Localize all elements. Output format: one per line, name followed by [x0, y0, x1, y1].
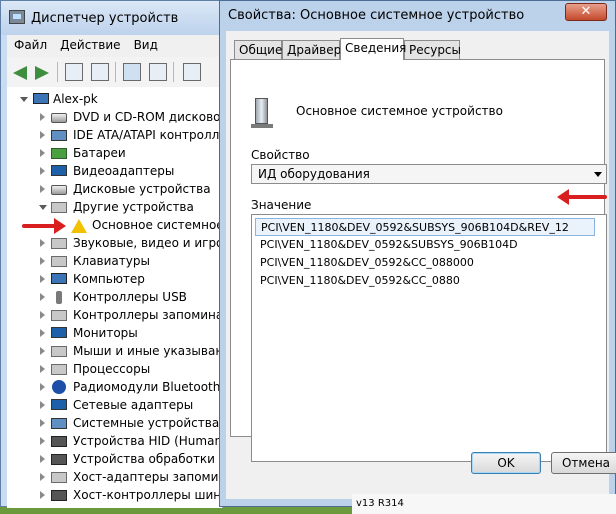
menu-action[interactable]: Действие — [53, 35, 126, 52]
list-item[interactable]: PCI\VEN_1180&DEV_0592&SUBSYS_906B104D — [255, 236, 595, 254]
expand-triangle-icon[interactable] — [40, 275, 45, 283]
usb-icon — [56, 291, 62, 304]
network-icon — [51, 399, 67, 410]
chip-icon — [51, 130, 67, 141]
expand-triangle-icon[interactable] — [40, 365, 45, 373]
property-select-value: ИД оборудования — [258, 167, 370, 181]
property-select[interactable]: ИД оборудования — [251, 164, 607, 184]
collapse-triangle-icon[interactable] — [39, 205, 47, 210]
background-version-strip: v13 R314 — [352, 494, 616, 514]
details-panel: Основное системное устройство Свойство И… — [230, 59, 607, 462]
list-item[interactable]: PCI\VEN_1180&DEV_0592&SUBSYS_906B104D&RE… — [255, 218, 595, 236]
hid-icon — [51, 436, 67, 447]
toolbar-separator — [57, 62, 58, 82]
firewire-icon — [51, 490, 67, 501]
computer-icon — [51, 273, 67, 284]
collapse-triangle-icon[interactable] — [20, 97, 28, 102]
tab-driver[interactable]: Драйвер — [282, 40, 341, 59]
expand-triangle-icon[interactable] — [40, 329, 45, 337]
battery-icon — [51, 148, 67, 159]
annotation-arrow-tree — [22, 218, 66, 234]
value-label: Значение — [251, 198, 312, 212]
expand-triangle-icon[interactable] — [40, 185, 45, 193]
toolbar — [7, 57, 222, 88]
expand-triangle-icon[interactable] — [40, 311, 45, 319]
storage-icon — [51, 310, 67, 321]
bluetooth-icon — [52, 380, 66, 394]
expand-triangle-icon[interactable] — [40, 131, 45, 139]
toolbar-separator — [115, 62, 116, 82]
device-tree: Alex-pk DVD и CD-ROM дисководы IDE ATA/A… — [7, 87, 223, 508]
expand-triangle-icon[interactable] — [40, 257, 45, 265]
expand-triangle-icon[interactable] — [40, 113, 45, 121]
expand-triangle-icon[interactable] — [40, 149, 45, 157]
chevron-down-icon — [594, 172, 602, 177]
tab-resources[interactable]: Ресурсы — [404, 40, 461, 59]
window-title: Диспетчер устройств — [31, 11, 179, 26]
mouse-icon — [51, 346, 67, 357]
computer-icon — [33, 93, 49, 104]
expand-triangle-icon[interactable] — [40, 167, 45, 175]
device-view-icon[interactable] — [65, 63, 83, 81]
expand-triangle-icon[interactable] — [40, 347, 45, 355]
expand-triangle-icon[interactable] — [40, 239, 45, 247]
list-item[interactable]: PCI\VEN_1180&DEV_0592&CC_0880 — [255, 272, 595, 290]
cancel-button[interactable]: Отмена — [551, 452, 616, 474]
menu-view[interactable]: Вид — [127, 35, 164, 52]
property-label: Свойство — [251, 148, 310, 162]
cpu-icon — [51, 364, 67, 375]
menu-file[interactable]: Файл — [7, 35, 53, 52]
scan-hardware-icon[interactable] — [183, 63, 201, 81]
drive-icon — [51, 113, 67, 123]
value-list[interactable]: PCI\VEN_1180&DEV_0592&SUBSYS_906B104D&RE… — [251, 214, 607, 462]
version-text: v13 R314 — [356, 498, 404, 509]
other-devices-icon — [51, 202, 67, 213]
details-icon[interactable] — [149, 63, 167, 81]
monitor-icon — [51, 327, 67, 338]
device-manager-icon — [9, 10, 25, 24]
back-arrow-icon[interactable] — [13, 66, 27, 80]
properties-icon[interactable] — [91, 63, 109, 81]
monitor-icon — [51, 165, 67, 176]
expand-triangle-icon[interactable] — [40, 383, 45, 391]
dialog-title: Свойства: Основное системное устройство — [228, 8, 525, 23]
system-device-icon — [251, 98, 273, 128]
toolbar-separator — [173, 62, 174, 82]
close-icon: ✕ — [580, 4, 592, 19]
dialog-body: Общие Драйвер Сведения Ресурсы Основное … — [226, 31, 616, 514]
tab-general[interactable]: Общие — [234, 40, 282, 59]
close-button[interactable]: ✕ — [565, 3, 607, 21]
storage-icon — [51, 472, 67, 483]
system-icon — [51, 418, 67, 429]
expand-triangle-icon[interactable] — [40, 491, 45, 499]
list-item[interactable]: PCI\VEN_1180&DEV_0592&CC_088000 — [255, 254, 595, 272]
properties-dialog: Свойства: Основное системное устройство … — [219, 0, 616, 514]
expand-triangle-icon[interactable] — [40, 293, 45, 301]
device-name: Основное системное устройство — [296, 104, 503, 118]
expand-triangle-icon[interactable] — [40, 419, 45, 427]
expand-triangle-icon[interactable] — [40, 401, 45, 409]
menu-bar: ФайлДействиеВидСправка — [7, 35, 222, 69]
tab-details[interactable]: Сведения — [340, 38, 406, 60]
expand-triangle-icon[interactable] — [40, 455, 45, 463]
expand-triangle-icon[interactable] — [40, 437, 45, 445]
ok-button[interactable]: OK — [471, 452, 541, 474]
drive-icon — [51, 185, 67, 195]
camera-icon — [51, 454, 67, 465]
annotation-arrow-value — [557, 189, 607, 205]
expand-triangle-icon[interactable] — [40, 473, 45, 481]
help-icon[interactable] — [123, 63, 141, 81]
forward-arrow-icon[interactable] — [35, 66, 49, 80]
dialog-titlebar[interactable]: Свойства: Основное системное устройство … — [220, 1, 615, 31]
warning-icon — [71, 219, 87, 233]
sound-icon — [51, 238, 67, 249]
keyboard-icon — [51, 256, 67, 267]
